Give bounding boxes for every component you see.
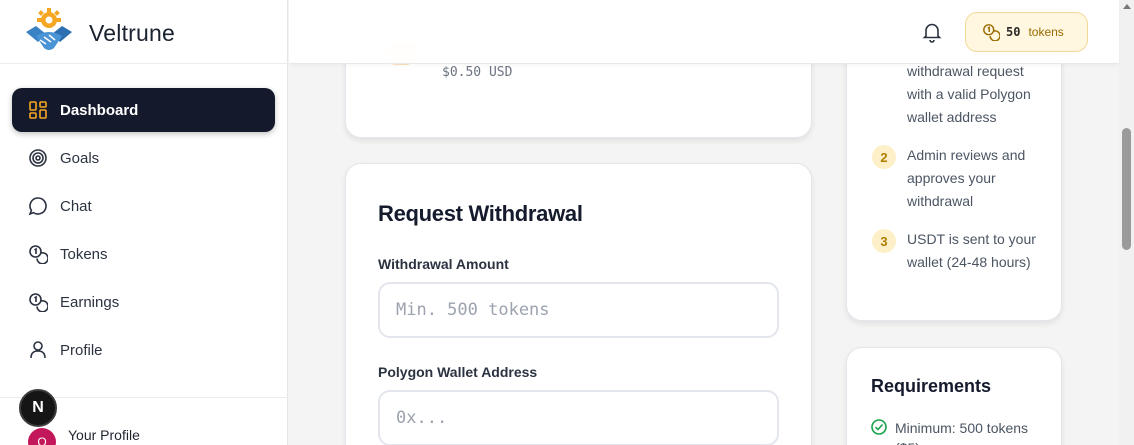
token-unit: tokens: [1028, 25, 1064, 39]
avatar[interactable]: Q: [28, 428, 56, 445]
sidebar-item-earnings[interactable]: Earnings: [12, 280, 275, 324]
wallet-address-input[interactable]: [378, 390, 779, 445]
scrollbar-thumb[interactable]: [1122, 128, 1131, 250]
sidebar-item-tokens[interactable]: Tokens: [12, 232, 275, 276]
withdrawal-form-card: Request Withdrawal Withdrawal Amount Pol…: [345, 163, 812, 445]
bell-icon[interactable]: [921, 21, 943, 43]
step-2-text: Admin reviews and approves your withdraw…: [907, 147, 1026, 209]
sidebar-item-chat[interactable]: Chat: [12, 184, 275, 228]
chat-bubble-icon: [28, 196, 48, 216]
handshake-gear-logo-icon[interactable]: [24, 6, 74, 56]
token-count: 50: [1006, 25, 1021, 39]
sidebar-item-label: Tokens: [60, 245, 108, 263]
withdrawal-amount-input[interactable]: [378, 282, 779, 338]
dashboard-grid-icon: [28, 100, 48, 120]
amount-label: Withdrawal Amount: [378, 256, 509, 272]
check-circle-icon: [871, 419, 887, 435]
sidebar-item-label: Earnings: [60, 293, 120, 311]
step-3-text: USDT is sent to your wallet (24-48 hours…: [907, 231, 1036, 270]
step-1-text: withdrawal request with a valid Polygon …: [907, 63, 1031, 125]
requirements-title: Requirements: [871, 376, 992, 396]
target-icon: [28, 148, 48, 168]
wallet-label: Polygon Wallet Address: [378, 364, 538, 380]
sidebar-item-label: Chat: [60, 197, 92, 215]
step-2-badge: 2: [872, 145, 896, 169]
coins-icon: [28, 244, 48, 264]
token-balance-pill[interactable]: 50 tokens: [965, 12, 1088, 52]
sidebar-item-label: Profile: [60, 341, 103, 359]
sidebar-item-profile[interactable]: Profile: [12, 328, 275, 372]
brand-header: Veltrune: [0, 0, 288, 64]
requirements-card: Requirements Minimum: 500 tokens ($5): [846, 347, 1062, 445]
sidebar: Veltrune Dashboard Goals Chat Tokens Ear…: [0, 0, 288, 445]
token-usd-value: $0.50 USD: [442, 65, 513, 80]
scroll-up-arrow-icon[interactable]: [1123, 4, 1131, 9]
form-title: Request Withdrawal: [378, 201, 583, 226]
coins-icon: [28, 292, 48, 312]
sidebar-item-label: Goals: [60, 149, 100, 167]
brand-name: Veltrune: [89, 20, 175, 46]
profile-link[interactable]: Your Profile: [68, 427, 140, 443]
coins-icon: [983, 24, 1000, 41]
sidebar-item-label: Dashboard: [60, 101, 139, 119]
sidebar-item-goals[interactable]: Goals: [12, 136, 275, 180]
top-header: 50 tokens: [289, 0, 1119, 64]
user-icon: [28, 340, 48, 360]
sidebar-nav: Dashboard Goals Chat Tokens Earnings Pro…: [12, 88, 275, 376]
step-3-badge: 3: [872, 229, 896, 253]
dev-tools-badge[interactable]: N: [19, 389, 57, 427]
requirement-item: Minimum: 500 tokens ($5): [895, 420, 1029, 445]
sidebar-item-dashboard[interactable]: Dashboard: [12, 88, 275, 132]
